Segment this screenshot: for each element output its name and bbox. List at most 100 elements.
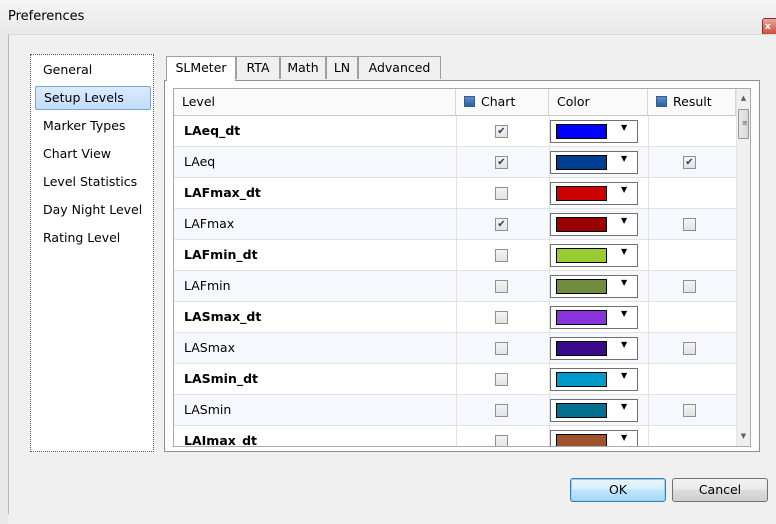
result-checkbox[interactable]: ✔ [683, 156, 696, 169]
tab-math[interactable]: Math [280, 56, 326, 79]
column-divider [456, 178, 457, 208]
table-row[interactable]: LASmin_dt ▼ [174, 364, 736, 395]
table-row[interactable]: LAFmin ▼ [174, 271, 736, 302]
chevron-down-icon: ▼ [621, 278, 628, 287]
nav-item-general[interactable]: General [35, 58, 149, 82]
chart-checkbox[interactable] [495, 187, 508, 200]
table-row[interactable]: LAeq_dt ✔ ▼ [174, 116, 736, 147]
chart-checkbox[interactable]: ✔ [495, 156, 508, 169]
color-dropdown[interactable]: ▼ [550, 337, 638, 360]
scroll-thumb[interactable]: ≡ [738, 109, 749, 139]
table-row[interactable]: LAFmin_dt ▼ [174, 240, 736, 271]
table-row[interactable]: LAFmax_dt ▼ [174, 178, 736, 209]
column-divider [648, 426, 649, 446]
column-header-color-label: Color [557, 94, 590, 109]
column-divider [648, 240, 649, 270]
chevron-down-icon: ▼ [621, 123, 628, 132]
chart-select-all-checkbox[interactable] [464, 96, 475, 107]
tab-slmeter[interactable]: SLMeter [166, 56, 236, 81]
tab-advanced[interactable]: Advanced [358, 56, 441, 79]
column-divider [456, 209, 457, 239]
tab-ln[interactable]: LN [326, 56, 358, 79]
color-swatch [556, 248, 607, 263]
color-swatch [556, 217, 607, 232]
chevron-down-icon: ▼ [621, 309, 628, 318]
column-header-result[interactable]: Result [648, 89, 736, 116]
result-select-all-checkbox[interactable] [656, 96, 667, 107]
nav-item-chart-view[interactable]: Chart View [35, 142, 149, 166]
level-name: LAFmin [184, 278, 231, 293]
tab-rta[interactable]: RTA [236, 56, 280, 79]
title-bar: Preferences x [0, 0, 776, 36]
result-checkbox[interactable] [683, 280, 696, 293]
ok-button[interactable]: OK [570, 478, 666, 502]
level-name: LASmax_dt [184, 309, 262, 324]
chart-checkbox[interactable]: ✔ [495, 125, 508, 138]
table-row[interactable]: LASmax ▼ [174, 333, 736, 364]
column-divider [648, 178, 649, 208]
column-divider [456, 116, 457, 146]
color-dropdown[interactable]: ▼ [550, 182, 638, 205]
column-header-chart[interactable]: Chart [456, 89, 549, 116]
column-divider [456, 271, 457, 301]
level-name: LAFmax [184, 216, 235, 231]
chart-checkbox[interactable] [495, 280, 508, 293]
color-dropdown[interactable]: ▼ [550, 120, 638, 143]
nav-item-day-night-level[interactable]: Day Night Level [35, 198, 149, 222]
nav-item-rating-level[interactable]: Rating Level [35, 226, 149, 250]
column-divider [456, 147, 457, 177]
chart-checkbox[interactable] [495, 435, 508, 446]
scroll-down-icon[interactable]: ▼ [737, 429, 750, 443]
scroll-up-icon[interactable]: ▲ [737, 91, 750, 105]
chart-checkbox[interactable] [495, 311, 508, 324]
color-dropdown[interactable]: ▼ [550, 399, 638, 422]
table-row[interactable]: LAeq ✔ ▼ ✔ [174, 147, 736, 178]
column-header-level-label: Level [182, 94, 215, 109]
level-name: LAeq_dt [184, 123, 241, 138]
levels-grid: Level Chart Color Result LAeq_dt ✔ ▼ LAeq ✔ ▼… [173, 88, 751, 447]
color-swatch [556, 124, 607, 139]
cancel-button[interactable]: Cancel [672, 478, 768, 502]
chevron-down-icon: ▼ [621, 340, 628, 349]
color-dropdown[interactable]: ▼ [550, 275, 638, 298]
color-swatch [556, 341, 607, 356]
color-swatch [556, 372, 607, 387]
nav-item-marker-types[interactable]: Marker Types [35, 114, 149, 138]
color-dropdown[interactable]: ▼ [550, 213, 638, 236]
color-dropdown[interactable]: ▼ [550, 368, 638, 391]
table-row[interactable]: LASmax_dt ▼ [174, 302, 736, 333]
level-name: LAImax_dt [184, 433, 257, 447]
color-dropdown[interactable]: ▼ [550, 151, 638, 174]
column-divider [456, 302, 457, 332]
color-swatch [556, 186, 607, 201]
result-checkbox[interactable] [683, 404, 696, 417]
vertical-scrollbar[interactable]: ▲ ≡ ▼ [736, 89, 750, 446]
column-header-level[interactable]: Level [174, 89, 456, 116]
chart-checkbox[interactable] [495, 404, 508, 417]
color-dropdown[interactable]: ▼ [550, 306, 638, 329]
column-divider [648, 395, 649, 425]
window-frame-left [0, 34, 8, 524]
chevron-down-icon: ▼ [621, 185, 628, 194]
result-checkbox[interactable] [683, 218, 696, 231]
color-dropdown[interactable]: ▼ [550, 244, 638, 267]
column-divider [648, 333, 649, 363]
table-row[interactable]: LASmin ▼ [174, 395, 736, 426]
table-row[interactable]: LAFmax ✔ ▼ [174, 209, 736, 240]
nav-item-setup-levels[interactable]: Setup Levels [35, 86, 151, 110]
table-row[interactable]: LAImax_dt ▼ [174, 426, 736, 447]
chart-checkbox[interactable]: ✔ [495, 218, 508, 231]
color-dropdown[interactable]: ▼ [550, 430, 638, 446]
column-divider [456, 364, 457, 394]
color-swatch [556, 434, 607, 446]
chart-checkbox[interactable] [495, 373, 508, 386]
window-frame-bottom [8, 514, 776, 524]
nav-item-level-statistics[interactable]: Level Statistics [35, 170, 149, 194]
chart-checkbox[interactable] [495, 342, 508, 355]
column-header-color[interactable]: Color [549, 89, 648, 116]
column-divider [648, 271, 649, 301]
grip-icon: ≡ [742, 119, 748, 127]
result-checkbox[interactable] [683, 342, 696, 355]
chart-checkbox[interactable] [495, 249, 508, 262]
chevron-down-icon: ▼ [621, 371, 628, 380]
